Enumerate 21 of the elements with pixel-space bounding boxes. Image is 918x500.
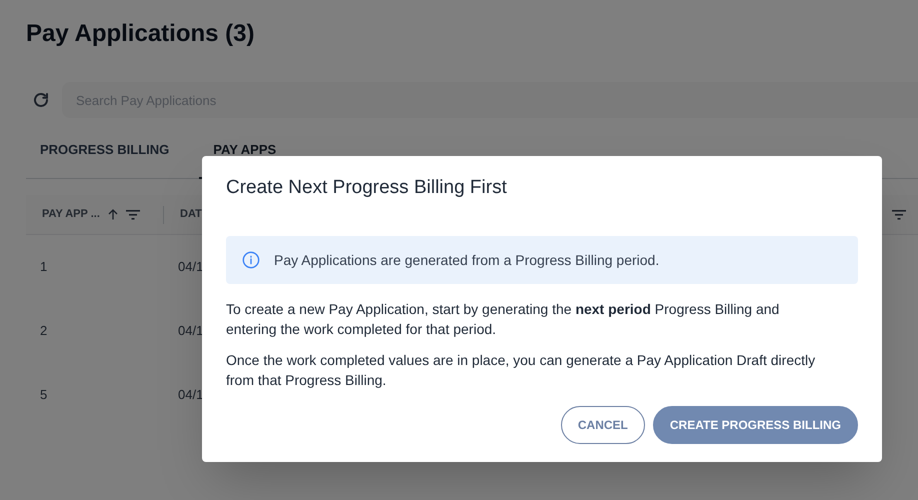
info-text: Pay Applications are generated from a Progress Billing period. [274,250,660,270]
tab[interactable]: PROGRESS BILLING [26,136,184,179]
create-button[interactable]: CREATE PROGRESS BILLING [652,406,858,444]
table-cell-text: 1 [39,258,48,276]
info-icon [242,251,260,269]
dialog-paragraph: Once the work completed values are in place, you can generate a Pay Application Draft directly from that Progress Billing. [226,351,816,390]
page-title: Pay Applications (3) [26,19,256,49]
table-cell-text: 5 [39,386,48,404]
dialog-title: Create Next Progress Billing First [226,176,508,200]
sort-ascending-icon[interactable] [108,209,118,220]
table-cell-text: 04/1 [177,258,204,276]
column-header[interactable]: DAT [180,206,202,223]
dialog-paragraph: To create a new Pay Application, start by generating the next period Progress Billing and entering the work completed for that period. [226,300,780,339]
column-header[interactable]: PAY APP ... [42,206,100,223]
table-cell-text: 2 [39,322,48,340]
table-cell-text: 04/1 [177,322,204,340]
table-cell-text: 04/1 [177,386,204,404]
cancel-button[interactable]: CANCEL [560,406,645,444]
filter-icon[interactable] [126,210,140,220]
refresh-icon[interactable] [32,91,50,109]
filter-icon[interactable] [892,210,906,220]
